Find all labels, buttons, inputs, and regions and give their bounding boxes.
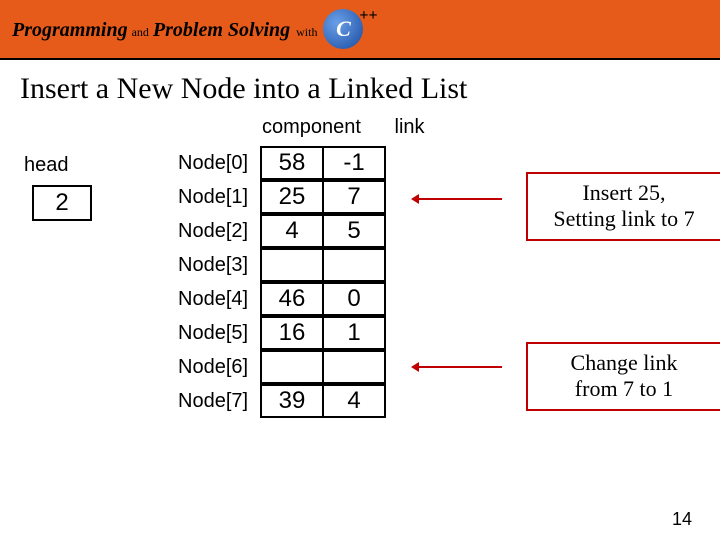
cell-link [322, 350, 386, 384]
arrow-icon [414, 366, 502, 368]
node-table: Node[0] 58 -1 Node[1] 25 7 Node[2] 4 5 N… [178, 146, 386, 418]
cell-link: 0 [322, 282, 386, 316]
node-label: Node[2] [178, 220, 262, 243]
cell-link: 7 [322, 180, 386, 214]
arrow-icon [414, 198, 502, 200]
cell-component: 46 [260, 282, 324, 316]
head-area: head 2 [24, 154, 92, 221]
table-row: Node[6] [178, 350, 386, 384]
cell-component [260, 248, 324, 282]
column-headers: component link [262, 116, 425, 139]
node-label: Node[1] [178, 186, 262, 209]
table-row: Node[2] 4 5 [178, 214, 386, 248]
title-word-programming: Programming [12, 19, 128, 42]
cell-link: 1 [322, 316, 386, 350]
table-row: Node[7] 39 4 [178, 384, 386, 418]
header-component: component [262, 116, 361, 138]
callout-change: Change link from 7 to 1 [526, 342, 720, 411]
title-with: with [296, 25, 317, 40]
table-row: Node[3] [178, 248, 386, 282]
header-link: link [395, 116, 425, 138]
slide-title: Insert a New Node into a Linked List [0, 60, 720, 114]
node-label: Node[0] [178, 152, 262, 175]
head-label: head [24, 154, 92, 177]
node-label: Node[4] [178, 288, 262, 311]
node-label: Node[7] [178, 390, 262, 413]
title-word-problem-solving: Problem Solving [153, 19, 290, 42]
head-value-box: 2 [32, 185, 92, 221]
table-row: Node[1] 25 7 [178, 180, 386, 214]
cell-component: 16 [260, 316, 324, 350]
callout-insert: Insert 25, Setting link to 7 [526, 172, 720, 241]
cell-component: 4 [260, 214, 324, 248]
table-row: Node[5] 16 1 [178, 316, 386, 350]
callout-line: Setting link to 7 [538, 206, 710, 232]
book-header: Programming and Problem Solving with C +… [0, 0, 720, 58]
cpp-logo-icon: C ++ [323, 9, 363, 49]
cell-link: 4 [322, 384, 386, 418]
cell-component: 58 [260, 146, 324, 180]
callout-line: Change link [538, 350, 710, 376]
cpp-plusplus: ++ [359, 7, 377, 25]
cell-component [260, 350, 324, 384]
cell-component: 25 [260, 180, 324, 214]
callout-line: from 7 to 1 [538, 376, 710, 402]
callout-line: Insert 25, [538, 180, 710, 206]
book-title: Programming and Problem Solving with C +… [12, 9, 363, 49]
cell-link: -1 [322, 146, 386, 180]
cell-component: 39 [260, 384, 324, 418]
node-label: Node[3] [178, 254, 262, 277]
cpp-c: C [336, 16, 351, 42]
cell-link: 5 [322, 214, 386, 248]
title-and: and [132, 25, 149, 40]
table-row: Node[4] 46 0 [178, 282, 386, 316]
node-label: Node[6] [178, 356, 262, 379]
table-row: Node[0] 58 -1 [178, 146, 386, 180]
node-label: Node[5] [178, 322, 262, 345]
cell-link [322, 248, 386, 282]
page-number: 14 [672, 509, 692, 530]
